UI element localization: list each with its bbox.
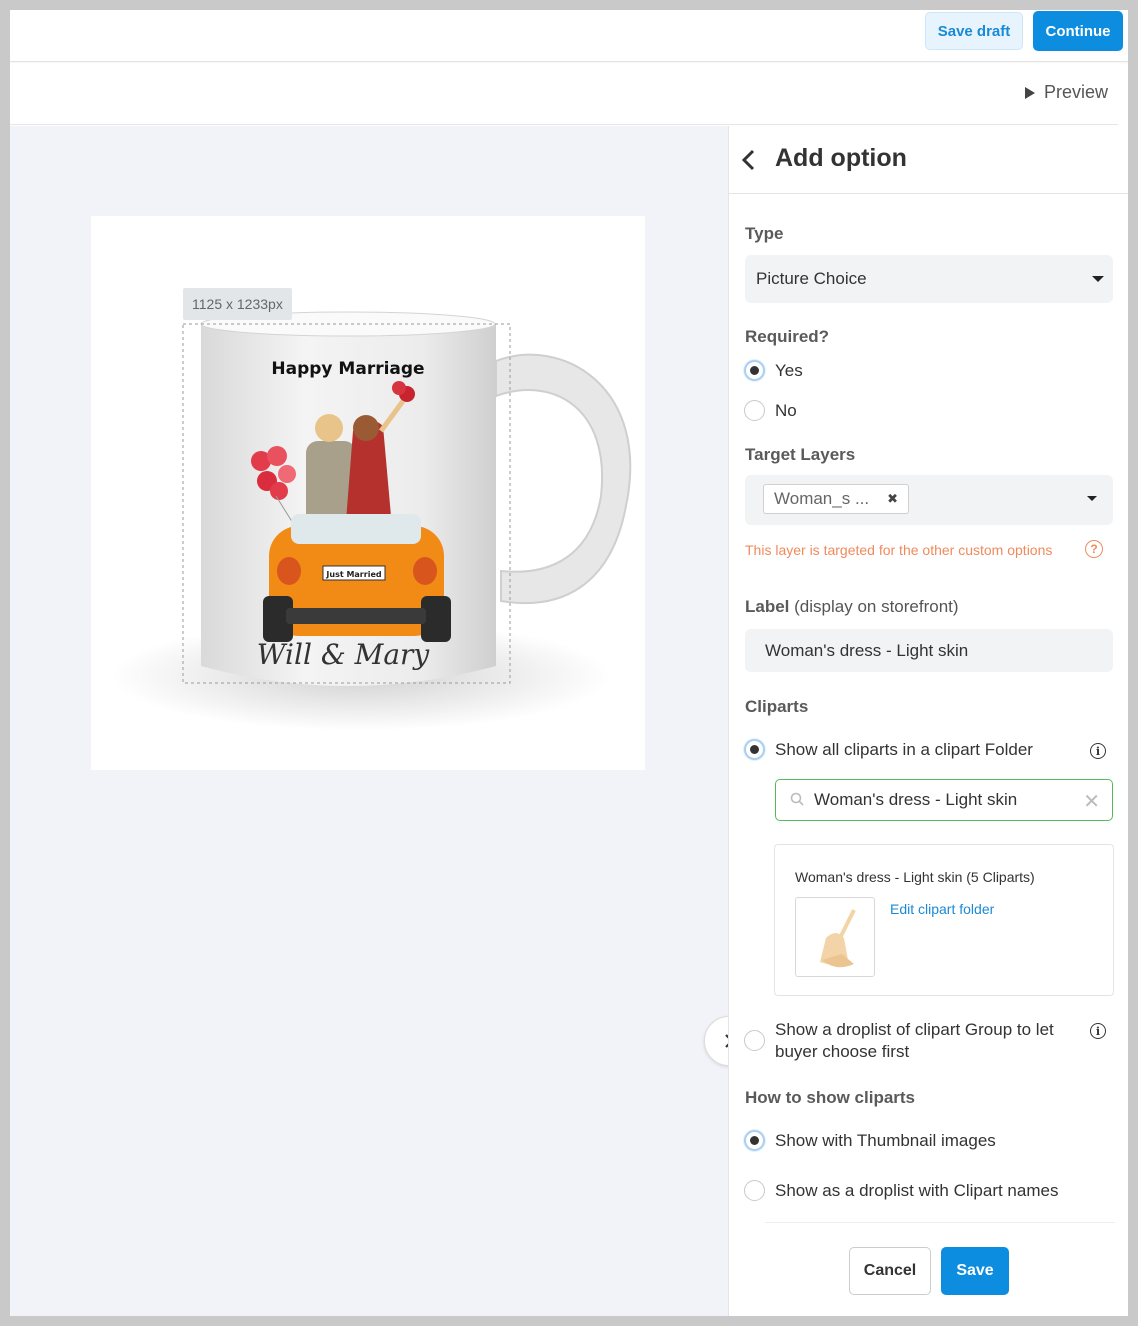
layer-chip-label: Woman_s ... (774, 489, 870, 508)
thumbnail-option[interactable]: Show with Thumbnail images (744, 1130, 996, 1151)
label-input[interactable]: Woman's dress - Light skin (745, 629, 1113, 672)
clear-icon[interactable]: ✕ (1083, 789, 1100, 814)
preview-bar: Preview (10, 63, 1118, 125)
save-button[interactable]: Save (941, 1247, 1009, 1295)
radio-button[interactable] (744, 1130, 765, 1151)
cancel-button[interactable]: Cancel (849, 1247, 931, 1295)
mug-title: Happy Marriage (271, 359, 424, 379)
clipart-folder-card: Woman's dress - Light skin (5 Cliparts) … (774, 844, 1114, 996)
label-field-title: Label (745, 597, 790, 616)
clipart-folder-option[interactable]: Show all cliparts in a clipart Folder (744, 739, 1033, 760)
type-label: Type (745, 224, 784, 243)
layer-chip[interactable]: Woman_s ... ✖ (763, 484, 910, 514)
label-input-value: Woman's dress - Light skin (765, 641, 969, 660)
layer-warning: This layer is targeted for the other cus… (745, 542, 1053, 558)
panel-title: Add option (775, 144, 907, 172)
target-layers-label: Target Layers (745, 445, 856, 464)
label-field-sub: (display on storefront) (794, 597, 959, 616)
panel-header: Add option (729, 126, 1128, 194)
folder-name: Woman's dress - Light skin (795, 869, 963, 885)
mug-image: Happy Marriage Just Married Will & Mary (111, 311, 632, 731)
thumbnail-option-label: Show with Thumbnail images (775, 1130, 996, 1150)
preview-link[interactable]: Preview (1024, 82, 1108, 103)
clipart-group-radio[interactable] (744, 1030, 765, 1051)
info-icon[interactable]: i (1090, 1023, 1106, 1039)
folder-name-line: Woman's dress - Light skin (5 Cliparts) (795, 869, 1035, 885)
clipart-group-label[interactable]: Show a droplist of clipart Group to let … (775, 1019, 1075, 1063)
radio-button[interactable] (744, 739, 765, 760)
play-icon (1024, 86, 1035, 99)
plate-text: Just Married (325, 570, 381, 579)
preview-label: Preview (1043, 82, 1108, 102)
canvas-area: Happy Marriage Just Married Will & Mary … (10, 126, 728, 1316)
required-yes-label: Yes (775, 360, 803, 380)
search-value: Woman's dress - Light skin (814, 790, 1018, 809)
radio-button[interactable] (744, 400, 765, 421)
type-value: Picture Choice (756, 269, 867, 288)
type-select[interactable]: Picture Choice (745, 255, 1113, 303)
droplist-option-label: Show as a droplist with Clipart names (775, 1180, 1059, 1200)
label-field-label: Label (display on storefront) (745, 597, 959, 617)
droplist-option[interactable]: Show as a droplist with Clipart names (744, 1180, 1058, 1201)
edit-clipart-folder-link[interactable]: Edit clipart folder (890, 901, 994, 917)
cliparts-label: Cliparts (745, 697, 809, 716)
save-draft-button[interactable]: Save draft (925, 12, 1023, 50)
caret-down-icon (1092, 276, 1104, 282)
clipart-folder-label: Show all cliparts in a clipart Folder (775, 739, 1033, 759)
remove-chip-icon[interactable]: ✖ (887, 491, 898, 507)
top-bar: Save draft Continue (10, 10, 1128, 62)
info-icon[interactable]: i (1090, 743, 1106, 759)
car-illustration: Just Married (263, 514, 451, 642)
dress-clipart-image (820, 909, 856, 968)
add-option-panel: Add option Type Picture Choice Required?… (728, 126, 1128, 1316)
radio-button[interactable] (744, 1180, 765, 1201)
clipart-thumbnail[interactable] (795, 897, 875, 977)
footer-divider (765, 1222, 1115, 1223)
required-no-label: No (775, 400, 797, 420)
back-arrow-icon[interactable] (739, 148, 759, 172)
required-label: Required? (745, 327, 830, 346)
folder-count: (5 Cliparts) (966, 869, 1035, 885)
clipart-folder-search[interactable]: Woman's dress - Light skin ✕ (775, 779, 1113, 821)
target-layers-select[interactable]: Woman_s ... ✖ (745, 475, 1113, 525)
search-icon (790, 792, 804, 806)
how-to-show-label: How to show cliparts (745, 1088, 916, 1107)
mug-names: Will & Mary (257, 638, 431, 671)
required-yes-option[interactable]: Yes (744, 360, 803, 381)
caret-down-icon (1087, 496, 1097, 501)
required-no-option[interactable]: No (744, 400, 797, 421)
app-frame: Save draft Continue Preview Happy Marria… (10, 10, 1128, 1316)
size-tag: 1125 x 1233px (183, 288, 292, 320)
radio-button[interactable] (744, 360, 765, 381)
product-canvas: Happy Marriage Just Married Will & Mary … (91, 216, 645, 770)
continue-button[interactable]: Continue (1033, 11, 1123, 51)
question-icon[interactable]: ? (1085, 540, 1103, 558)
